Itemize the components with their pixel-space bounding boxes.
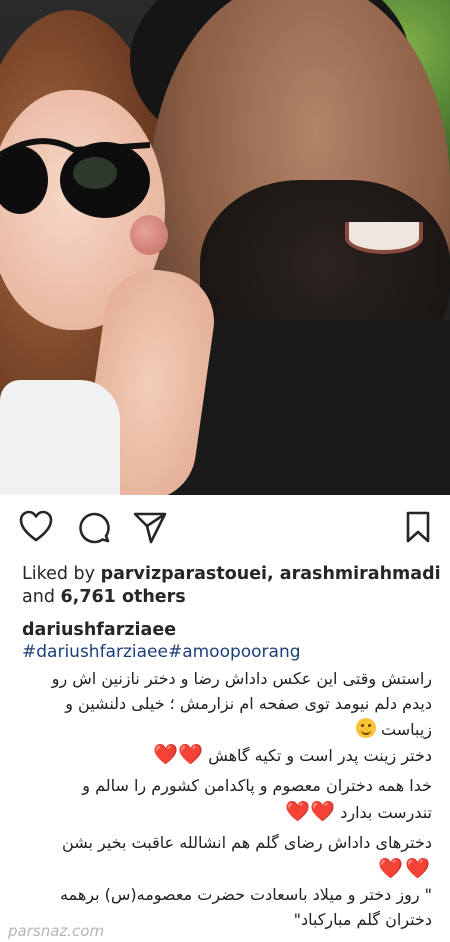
comment-icon[interactable] — [76, 509, 112, 545]
likes-summary-line2: and 6,761 others — [22, 586, 186, 608]
watermark: parsnaz.com — [8, 922, 105, 940]
photo-girl-lips — [130, 215, 168, 255]
photo-dress — [0, 380, 120, 495]
heart-icon[interactable] — [18, 509, 54, 545]
hearts-emoji-icon: ❤️❤️ — [378, 856, 432, 880]
post-username[interactable]: dariushfarziaee — [22, 619, 176, 641]
hearts-emoji-icon: ❤️❤️ — [153, 742, 204, 766]
post-hashtags[interactable]: #dariushfarziaee#amoopoorang — [22, 641, 301, 663]
caption-line: خدا همه دختران معصوم و پاکدامن کشورم را … — [82, 776, 432, 795]
likes-line2-prefix: and — [22, 587, 61, 607]
smile-emoji-icon — [355, 718, 376, 738]
send-icon[interactable] — [132, 509, 168, 545]
hearts-emoji-icon: ❤️❤️ — [285, 799, 336, 823]
likes-summary: Liked by parvizparastouei, arashmirahmad… — [22, 563, 441, 585]
likes-count[interactable]: 6,761 others — [61, 587, 186, 607]
photo-sunglasses — [0, 138, 151, 218]
liked-by-users[interactable]: parvizparastouei, arashmirahmadi — [101, 564, 441, 584]
caption-line: تندرست بدارد ❤️❤️ — [285, 800, 432, 824]
caption-text: تندرست بدارد — [340, 803, 432, 822]
caption-line: دخترهای داداش رضای گلم هم انشالله عاقبت … — [62, 833, 432, 852]
caption-text: زیباست — [381, 720, 432, 739]
bookmark-icon[interactable] — [400, 509, 436, 545]
caption-line: راستش وقتی این عکس داداش رضا و دختر نازن… — [51, 669, 432, 688]
caption-line: دیدم دلم نیومد توی صفحه ام نزارمش ؛ خیلی… — [65, 694, 432, 713]
caption-line: دختران گلم مبارکباد" — [293, 910, 432, 929]
likes-prefix: Liked by — [22, 564, 101, 584]
caption-line: ❤️❤️ — [378, 857, 432, 881]
caption-text: دختر زینت پدر است و تکیه گاهش — [208, 746, 432, 765]
post-actions-bar — [0, 495, 450, 559]
post-photo[interactable] — [0, 0, 450, 495]
caption-line: " روز دختر و میلاد باسعادت حضرت معصومه(س… — [59, 885, 432, 904]
caption-line: دختر زینت پدر است و تکیه گاهش ❤️❤️ — [153, 743, 432, 767]
photo-smile — [345, 222, 423, 254]
caption-line: زیباست — [355, 718, 432, 741]
